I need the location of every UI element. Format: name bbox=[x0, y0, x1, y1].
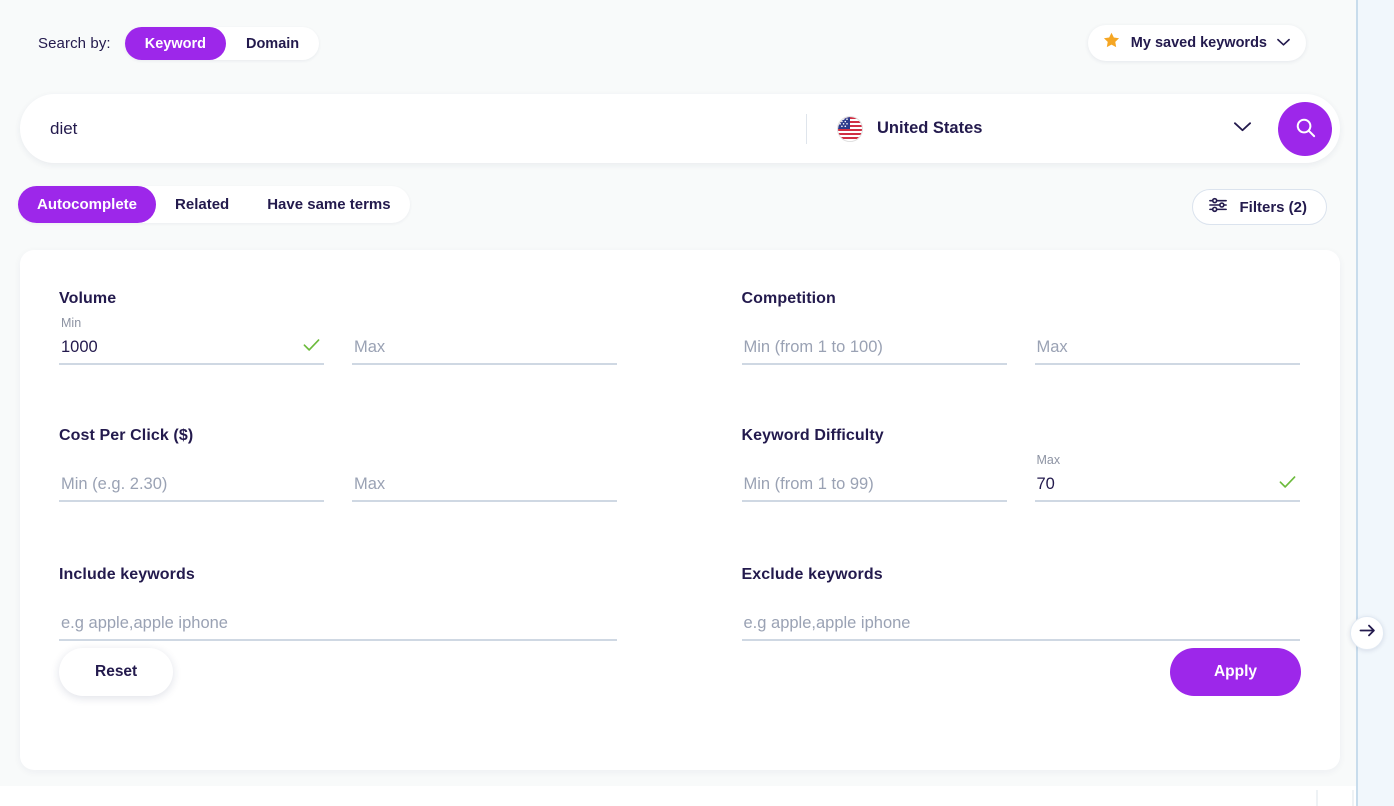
search-divider bbox=[806, 113, 807, 144]
search-by-keyword-button[interactable]: Keyword bbox=[124, 27, 226, 60]
competition-min-field bbox=[741, 316, 1007, 365]
reset-button[interactable]: Reset bbox=[59, 648, 174, 696]
application-viewport: Search by: Keyword Domain My saved keywo… bbox=[0, 0, 1356, 806]
difficulty-min-field bbox=[741, 453, 1007, 502]
filter-pair: Max bbox=[741, 453, 1302, 502]
country-selector[interactable]: United States bbox=[837, 115, 1278, 142]
filter-group-cost-per-click: Cost Per Click ($) bbox=[59, 427, 619, 502]
exclude-keywords-field bbox=[741, 592, 1300, 641]
right-rail-panel bbox=[1358, 0, 1394, 806]
grid-spacer bbox=[59, 365, 619, 427]
check-icon bbox=[1279, 475, 1296, 494]
competition-min-input[interactable] bbox=[741, 332, 1007, 362]
volume-min-field: Min bbox=[59, 316, 324, 365]
grid-spacer bbox=[742, 365, 1302, 427]
check-icon bbox=[303, 338, 320, 357]
search-by-domain-button[interactable]: Domain bbox=[226, 27, 319, 60]
competition-max-input[interactable] bbox=[1034, 332, 1300, 362]
cpc-max-input[interactable] bbox=[352, 469, 617, 499]
tab-autocomplete[interactable]: Autocomplete bbox=[18, 186, 157, 223]
tabs-row: Autocomplete Related Have same terms Fil… bbox=[0, 186, 1356, 230]
filter-pair bbox=[59, 453, 619, 502]
filter-group-competition: Competition bbox=[741, 290, 1302, 365]
filter-group-title: Include keywords bbox=[59, 566, 195, 583]
cpc-min-input[interactable] bbox=[59, 469, 324, 499]
exclude-keywords-input[interactable] bbox=[741, 608, 1300, 638]
volume-min-label: Min bbox=[61, 316, 82, 330]
filter-group-title: Keyword Difficulty bbox=[741, 427, 884, 444]
search-bar: United States bbox=[20, 94, 1340, 163]
filters-grid: Volume Min 1000 Max Competition Min (fro… bbox=[59, 290, 1301, 641]
filter-group-keyword-difficulty: Keyword Difficulty Max bbox=[741, 427, 1302, 502]
competition-max-field bbox=[1034, 316, 1300, 365]
next-page-button[interactable] bbox=[1350, 616, 1384, 650]
topbar: Search by: Keyword Domain My saved keywo… bbox=[0, 0, 1356, 84]
filter-pair bbox=[741, 316, 1302, 365]
difficulty-max-input[interactable] bbox=[1034, 469, 1279, 499]
filter-group-title: Competition bbox=[741, 290, 836, 307]
cpc-max-field bbox=[352, 453, 617, 502]
search-by-group: Search by: Keyword Domain bbox=[38, 27, 320, 60]
filter-group-volume: Volume Min bbox=[59, 290, 619, 365]
filters-button-label: Filters (2) bbox=[1239, 198, 1307, 216]
bottom-tick bbox=[1352, 790, 1354, 806]
search-icon bbox=[1294, 116, 1317, 142]
country-name: United States bbox=[877, 119, 983, 137]
apply-button[interactable]: Apply bbox=[1169, 648, 1301, 696]
filter-group-exclude-keywords: Exclude keywords bbox=[741, 566, 1302, 641]
tab-have-same-terms[interactable]: Have same terms bbox=[248, 186, 409, 223]
filter-actions: Reset Apply bbox=[59, 648, 1301, 696]
search-input[interactable] bbox=[50, 108, 790, 149]
volume-min-input[interactable] bbox=[59, 332, 303, 362]
chevron-down-icon[interactable] bbox=[1233, 120, 1252, 138]
grid-spacer bbox=[59, 502, 619, 566]
arrow-right-icon bbox=[1359, 623, 1376, 643]
difficulty-max-field: Max bbox=[1034, 453, 1300, 502]
cpc-min-field bbox=[59, 453, 324, 502]
filter-group-include-keywords: Include keywords bbox=[59, 566, 619, 641]
search-by-segmented-control: Keyword Domain bbox=[124, 27, 320, 60]
chevron-down-icon bbox=[1277, 34, 1290, 52]
filters-button[interactable]: Filters (2) bbox=[1192, 189, 1327, 225]
filter-pair bbox=[741, 592, 1302, 641]
result-tabs: Autocomplete Related Have same terms bbox=[18, 186, 410, 223]
us-flag-icon bbox=[837, 115, 863, 142]
bottom-tick bbox=[1316, 790, 1318, 806]
star-icon bbox=[1102, 31, 1121, 55]
difficulty-max-label: Max bbox=[1036, 453, 1061, 467]
filter-group-title: Exclude keywords bbox=[741, 566, 883, 583]
sliders-icon bbox=[1209, 197, 1228, 217]
volume-max-input[interactable] bbox=[352, 332, 617, 362]
filters-panel: Volume Min 1000 Max Competition Min (fro… bbox=[20, 250, 1340, 770]
bottom-strip bbox=[0, 786, 1356, 806]
tab-related[interactable]: Related bbox=[156, 186, 248, 223]
volume-max-field bbox=[352, 316, 617, 365]
include-keywords-field bbox=[59, 592, 617, 641]
search-by-label: Search by: bbox=[38, 35, 111, 52]
difficulty-min-input[interactable] bbox=[741, 469, 1007, 499]
my-saved-keywords-button[interactable]: My saved keywords bbox=[1087, 25, 1306, 61]
filter-group-title: Volume bbox=[59, 290, 117, 307]
filter-pair bbox=[59, 592, 619, 641]
grid-spacer bbox=[742, 502, 1302, 566]
search-submit-button[interactable] bbox=[1278, 101, 1332, 156]
include-keywords-input[interactable] bbox=[59, 608, 617, 638]
filter-group-title: Cost Per Click ($) bbox=[59, 427, 194, 444]
filter-pair: Min bbox=[59, 316, 619, 365]
my-saved-keywords-label: My saved keywords bbox=[1130, 35, 1267, 51]
